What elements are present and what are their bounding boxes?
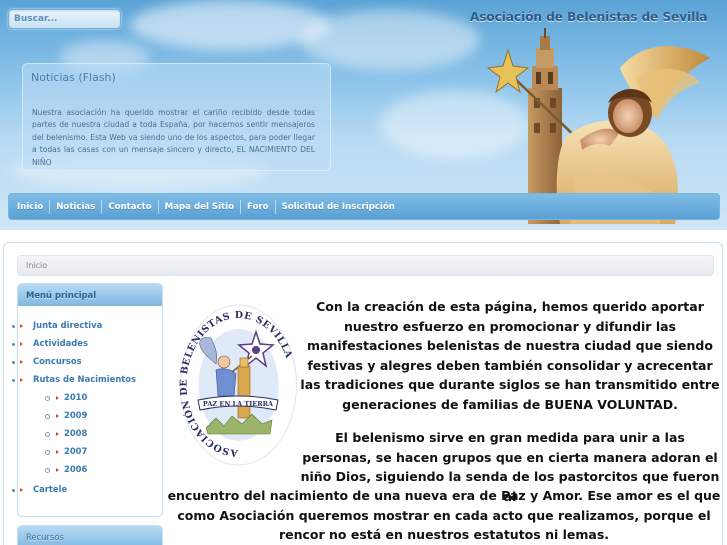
arrow-right-icon — [20, 342, 23, 346]
arrow-right-icon — [20, 360, 23, 364]
seal-banner-text: PAZ EN LA TIERRA — [203, 400, 274, 408]
arrow-right-icon — [56, 432, 59, 436]
content-area: Inicio Menú principal Junta directiva Ac… — [3, 242, 723, 545]
arrow-right-icon — [56, 450, 59, 454]
arrow-right-icon — [20, 378, 23, 382]
resources-menu-title: Recursos — [18, 526, 162, 545]
nav-item-solicitud[interactable]: Solicitud de Inscripción — [276, 200, 401, 214]
menu-item-cartele[interactable]: Cartele — [33, 484, 67, 494]
site-header: Asociación de Belenistas de Sevilla — [0, 0, 727, 230]
bullet-icon — [12, 489, 15, 492]
submenu-item-2007[interactable]: 2007 — [64, 446, 87, 456]
circle-bullet-icon — [45, 450, 50, 455]
arrow-right-icon — [56, 396, 59, 400]
bullet-icon — [12, 325, 15, 328]
menu-item-concursos[interactable]: Concursos — [33, 356, 82, 366]
circle-bullet-icon — [45, 414, 50, 419]
news-flash-text: Nuestra asociación ha querido mostrar el… — [32, 108, 315, 167]
main-nav: Inicio Noticias Contacto Mapa del Sitio … — [8, 193, 720, 220]
cloud-decoration — [300, 10, 480, 70]
submenu-item-2009[interactable]: 2009 — [64, 410, 87, 420]
circle-bullet-icon — [45, 396, 50, 401]
submenu-item-2010[interactable]: 2010 — [64, 392, 87, 402]
news-flash-panel: Noticias (Flash) Nuestra asociación ha q… — [22, 63, 331, 171]
nav-item-mapa-del-sitio[interactable]: Mapa del Sitio — [159, 199, 241, 214]
breadcrumb: Inicio — [17, 255, 714, 276]
submenu-item-2006[interactable]: 2006 — [64, 464, 87, 474]
site-title: Asociación de Belenistas de Sevilla — [470, 10, 708, 24]
arrow-right-icon — [20, 324, 23, 328]
nav-item-noticias[interactable]: Noticias — [50, 199, 103, 214]
main-menu-title: Menú principal — [18, 284, 162, 306]
submenu-item-2008[interactable]: 2008 — [64, 428, 87, 438]
menu-item-junta-directiva[interactable]: Junta directiva — [33, 320, 102, 330]
article-paragraph: Con la creación de esta página, hemos qu… — [300, 299, 720, 412]
nav-item-contacto[interactable]: Contacto — [102, 199, 159, 214]
nav-item-foro[interactable]: Foro — [241, 199, 276, 214]
menu-item-rutas-de-nacimientos[interactable]: Rutas de Nacimientos — [33, 374, 136, 384]
bullet-icon — [12, 361, 15, 364]
circle-bullet-icon — [45, 468, 50, 473]
arrow-right-icon — [56, 468, 59, 472]
arrow-right-icon — [20, 488, 23, 492]
main-menu-module: Menú principal Junta directiva Actividad… — [12, 283, 163, 517]
search-input[interactable] — [8, 9, 121, 29]
bullet-icon — [12, 343, 15, 346]
circle-bullet-icon — [45, 432, 50, 437]
association-seal-logo: ASOCIACIÓN DE BELENISTAS DE SEVILLA PAZ … — [178, 304, 297, 466]
article-paragraph: encuentro del nacimiento de una nueva er… — [167, 488, 721, 542]
menu-item-actividades[interactable]: Actividades — [33, 338, 88, 348]
nav-item-inicio[interactable]: Inicio — [11, 199, 51, 214]
news-flash-title: Noticias (Flash) — [31, 71, 116, 84]
arrow-right-icon — [56, 414, 59, 418]
bullet-icon — [12, 379, 15, 382]
resources-menu-module: Recursos — [17, 525, 163, 545]
